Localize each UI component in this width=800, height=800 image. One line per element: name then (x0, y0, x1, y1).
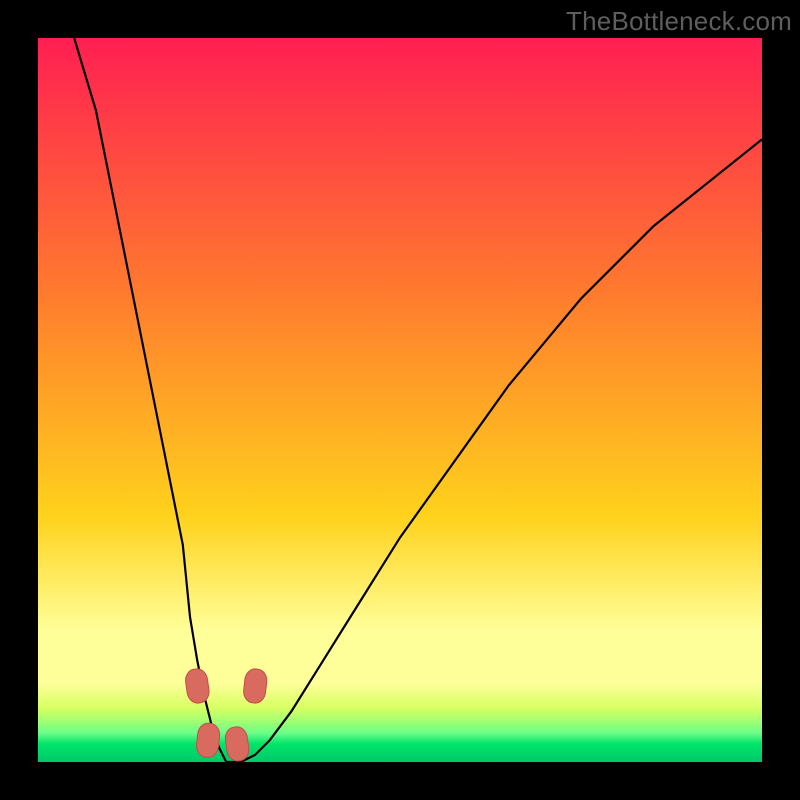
outer-frame: TheBottleneck.com (0, 0, 800, 800)
gradient-background (38, 38, 762, 762)
plot-area (38, 38, 762, 762)
chart-svg (38, 38, 762, 762)
watermark-text: TheBottleneck.com (566, 6, 792, 37)
